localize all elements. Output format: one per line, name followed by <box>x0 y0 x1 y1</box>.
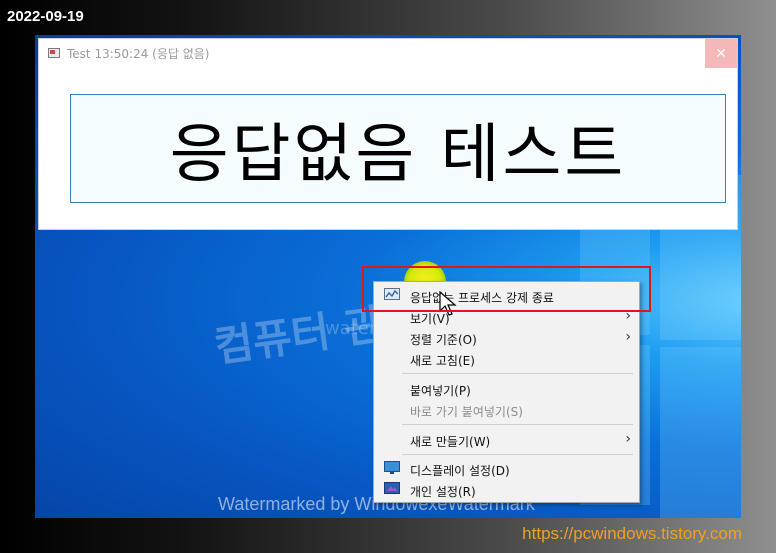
date-label: 2022-09-19 <box>7 8 84 25</box>
menu-separator <box>402 373 633 374</box>
context-menu[interactable]: 응답없는 프로세스 강제 종료 보기(V) › 정렬 기준(O) › 새로 고침… <box>373 281 640 503</box>
chevron-right-icon: › <box>625 431 631 447</box>
menu-item-personalize[interactable]: 개인 설정(R) <box>374 479 639 500</box>
menu-item-new[interactable]: 새로 만들기(W) › <box>374 429 639 450</box>
highlight-box <box>362 266 651 312</box>
display-settings-icon <box>384 461 400 474</box>
personalize-icon <box>384 482 400 494</box>
test-label: 응답없음 테스트 <box>169 117 627 192</box>
test-app-window[interactable]: Test 13:50:24 (응답 없음) ✕ 응답없음 테스트 <box>38 38 738 230</box>
menu-item-refresh[interactable]: 새로 고침(E) <box>374 348 639 369</box>
menu-separator <box>402 454 633 455</box>
title-bar[interactable]: Test 13:50:24 (응답 없음) ✕ <box>39 39 737 68</box>
test-label-panel: 응답없음 테스트 <box>70 94 726 203</box>
chevron-right-icon: › <box>625 329 631 345</box>
windows-logo-pane <box>660 347 741 518</box>
source-url: https://pcwindows.tistory.com <box>522 524 742 543</box>
close-button[interactable]: ✕ <box>705 39 737 68</box>
menu-item-paste-shortcut: 바로 가기 붙여넣기(S) <box>410 405 523 419</box>
menu-item-paste[interactable]: 붙여넣기(P) <box>374 378 639 399</box>
menu-item-sort-by[interactable]: 정렬 기준(O) › <box>374 327 639 348</box>
menu-item-display-settings[interactable]: 디스플레이 설정(D) <box>374 458 639 479</box>
window-title: Test 13:50:24 (응답 없음) <box>67 47 210 61</box>
menu-separator <box>402 424 633 425</box>
app-icon <box>48 48 60 58</box>
